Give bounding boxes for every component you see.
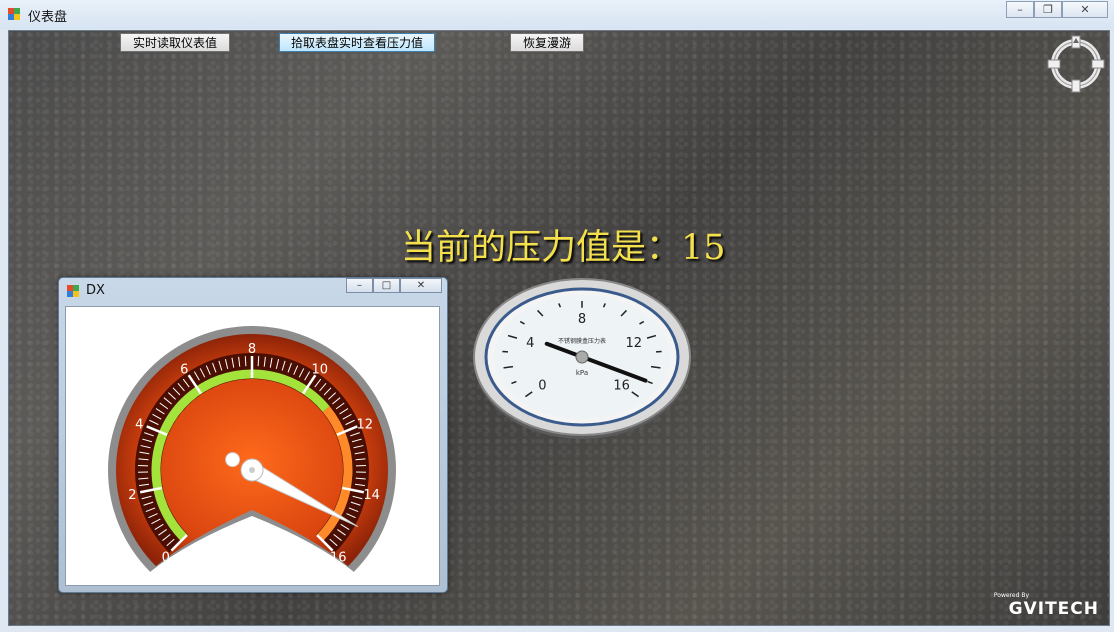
compass-icon[interactable] [1047,35,1105,93]
dx-gauge-label: 0 [162,550,170,565]
read-gauge-button[interactable]: 实时读取仪表值 [120,33,230,52]
minimize-button[interactable]: – [1006,1,1034,18]
dx-window-title: DX [86,283,105,298]
gauge3d-unit: kPa [576,369,588,377]
restore-roam-button[interactable]: 恢复漫游 [510,33,584,52]
pressure-readout: 当前的压力值是：15 [401,228,726,268]
gauge3d-label: 12 [625,336,642,351]
gvitech-logo: Powered By GVITECH [994,592,1099,619]
dx-window[interactable]: DX – □ ✕ 0 2 4 6 8 10 12 14 16 [58,277,448,593]
window-title: 仪表盘 [28,10,68,25]
dx-needle-tail [225,452,241,468]
dx-gauge-panel: 0 2 4 6 8 10 12 14 16 [65,306,440,586]
dx-gauge-label: 2 [128,488,136,503]
logo-brand-text: GVITECH [1008,599,1099,619]
maximize-button[interactable]: ❐ [1034,1,1062,18]
dx-window-controls: – □ ✕ [346,278,442,293]
restore-icon: ❐ [1043,3,1053,16]
gauge3d-label: 16 [613,379,630,394]
close-button[interactable]: ✕ [1062,1,1108,18]
dx-needle-pin [249,467,255,473]
3d-viewport[interactable]: 实时读取仪表值 拾取表盘实时查看压力值 恢复漫游 当前的压力值是：15 0 4 8 1… [8,30,1110,626]
dx-gauge-label: 10 [312,363,329,378]
dx-gauge[interactable]: 0 2 4 6 8 10 12 14 16 [66,307,439,585]
gauge3d-label: 0 [538,379,546,394]
dx-gauge-label: 6 [180,363,188,378]
gauge3d-label: 4 [526,336,534,351]
app-icon [8,8,20,20]
window-controls: – ❐ ✕ [1006,1,1108,18]
dx-gauge-label: 8 [248,342,256,357]
maximize-icon: □ [381,280,392,291]
minimize-icon: – [357,280,362,291]
dx-maximize-button[interactable]: □ [373,278,400,293]
dx-gauge-tick [257,356,260,367]
close-icon: ✕ [416,280,426,291]
dx-close-button[interactable]: ✕ [400,278,442,293]
dx-gauge-label: 14 [363,488,380,503]
dx-gauge-tick [244,356,247,367]
logo-powered-text: Powered By [993,592,1029,599]
dx-gauge-label: 12 [356,417,373,432]
dx-minimize-button[interactable]: – [346,278,373,293]
gauge3d-caption: 不锈钢膜盒压力表 [558,337,606,345]
dx-gauge-label: 4 [135,417,143,432]
title-bar: 仪表盘 – ❐ ✕ [0,0,1114,29]
dx-window-icon [67,285,79,297]
close-icon: ✕ [1080,3,1090,16]
pick-gauge-button[interactable]: 拾取表盘实时查看压力值 [279,33,435,52]
gauge3d-label: 8 [578,312,586,327]
pressure-gauge-3d[interactable]: 0 4 8 12 16 不锈钢膜盒压力表 kPa [471,275,693,441]
dx-gauge-label: 16 [330,550,347,565]
minimize-icon: – [1017,3,1023,16]
